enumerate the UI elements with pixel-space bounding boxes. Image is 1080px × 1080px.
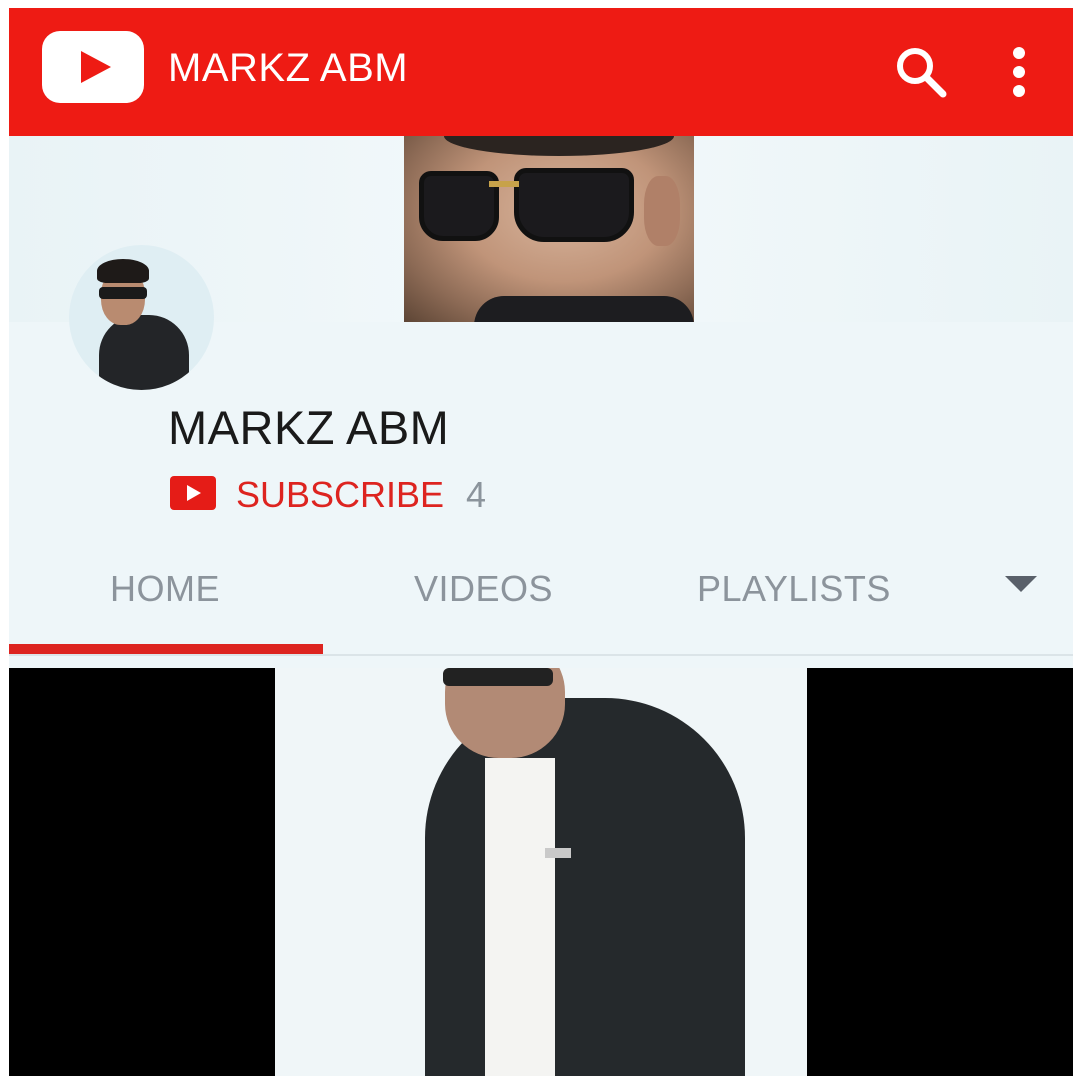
play-triangle [81,51,111,83]
video-frame [275,668,807,1076]
app-bar-title: MARKZ ABM [168,46,409,90]
screen: MARKZ ABM MARKZ ABM SUBSCRIBE 4 HOME VID… [9,8,1073,1076]
tab-playlists[interactable]: PLAYLISTS [697,568,891,610]
banner-photo [404,136,694,322]
subscriber-count: 4 [466,474,487,515]
subscribe-label: SUBSCRIBE [236,474,445,515]
search-icon[interactable] [889,40,953,104]
tab-home[interactable]: HOME [110,568,220,610]
channel-tabs: HOME VIDEOS PLAYLISTS [9,548,1073,656]
app-bar: MARKZ ABM [9,8,1073,136]
channel-name: MARKZ ABM [168,401,450,454]
featured-video[interactable] [9,668,1073,1076]
active-tab-indicator [9,644,323,654]
tab-videos[interactable]: VIDEOS [414,568,553,610]
youtube-subscribe-icon [170,476,216,510]
channel-avatar[interactable] [69,245,214,390]
more-vert-icon[interactable] [999,40,1039,104]
youtube-logo-icon[interactable] [42,31,144,103]
tabs-divider [9,654,1073,656]
dropdown-triangle-icon[interactable] [1005,576,1037,592]
